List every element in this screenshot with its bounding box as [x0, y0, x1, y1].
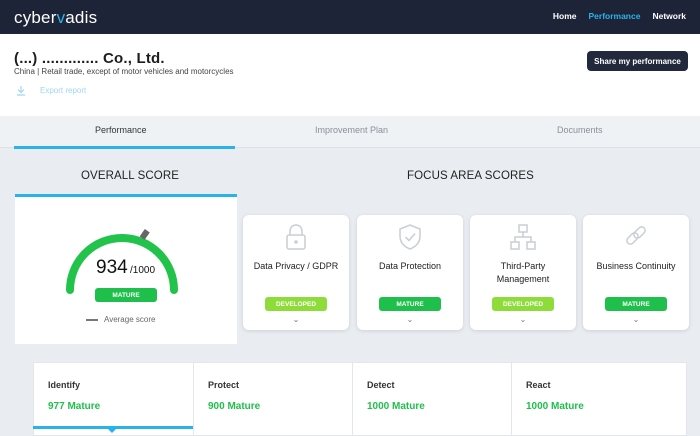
nist-function-score: 1000 Mature: [526, 401, 584, 412]
focus-card-label: Data Protection: [378, 261, 442, 271]
nist-function-score: 977 Mature: [48, 401, 101, 412]
overall-level-badge: MATURE: [95, 288, 157, 302]
nist-function-name: Protect: [208, 380, 240, 390]
focus-card-third-party[interactable]: Third-Party Management DEVELOPED ⌄: [470, 215, 576, 330]
share-performance-button[interactable]: Share my performance: [587, 51, 688, 71]
nav-network[interactable]: Network: [652, 11, 686, 21]
average-legend-line: [86, 319, 98, 321]
focus-card-data-privacy[interactable]: Data Privacy / GDPR DEVELOPED ⌄: [243, 215, 349, 330]
focus-card-data-protection[interactable]: Data Protection MATURE ⌄: [357, 215, 463, 330]
tab-documents[interactable]: Documents: [557, 125, 603, 135]
focus-card-label: Data Privacy / GDPR: [253, 261, 339, 271]
chevron-down-icon[interactable]: ⌄: [357, 315, 463, 324]
page-tabs: Performance Improvement Plan Documents: [0, 116, 700, 148]
main-nav: Home Performance Network: [553, 11, 686, 21]
overall-score-title: OVERALL SCORE: [81, 170, 180, 182]
nist-cell-detect[interactable]: Detect 1000 Mature: [353, 363, 512, 436]
nist-cell-react[interactable]: React 1000 Mature: [512, 363, 686, 436]
nav-performance[interactable]: Performance: [588, 11, 640, 21]
overall-score-value: 934: [96, 257, 128, 278]
chain-link-icon: [626, 226, 646, 245]
nist-cell-protect[interactable]: Protect 900 Mature: [194, 363, 353, 436]
tab-improvement-plan[interactable]: Improvement Plan: [315, 125, 388, 135]
focus-card-label: Business Continuity: [596, 261, 676, 271]
focus-card-badge: MATURE: [379, 297, 441, 311]
chevron-down-icon[interactable]: ⌄: [470, 315, 576, 324]
active-tab-indicator: [14, 146, 235, 149]
network-icon: [510, 224, 536, 250]
active-nist-caret: [108, 429, 116, 433]
tab-performance[interactable]: Performance: [95, 125, 147, 135]
focus-area-title: FOCUS AREA SCORES: [407, 170, 534, 182]
nist-function-name: Identify: [48, 380, 81, 390]
export-report-link[interactable]: Export report: [16, 85, 86, 96]
overall-score-max: /1000: [130, 265, 156, 276]
focus-card-business-continuity[interactable]: Business Continuity MATURE ⌄: [583, 215, 689, 330]
company-sector: China | Retail trade, except of motor ve…: [14, 67, 234, 76]
focus-card-badge: MATURE: [605, 297, 667, 311]
company-name: (...) ............. Co., Ltd.: [14, 50, 165, 67]
download-icon: [17, 86, 25, 96]
focus-card-label: Third-Party Management: [496, 261, 550, 284]
focus-card-badge: DEVELOPED: [265, 297, 327, 311]
nav-home[interactable]: Home: [553, 11, 577, 21]
export-report-label: Export report: [40, 86, 87, 95]
focus-card-badge: DEVELOPED: [492, 297, 554, 311]
cybervadis-logo[interactable]: cybervadis: [14, 8, 97, 28]
chevron-down-icon[interactable]: ⌄: [583, 315, 689, 324]
average-legend-label: Average score: [104, 315, 156, 324]
nist-function-name: React: [526, 380, 551, 390]
nist-functions-row: Identify 977 Mature Protect 900 Mature D…: [33, 362, 687, 436]
nist-function-score: 1000 Mature: [367, 401, 425, 412]
shield-icon: [399, 224, 421, 250]
lock-icon: [286, 224, 306, 250]
nist-function-name: Detect: [367, 380, 395, 390]
chevron-down-icon[interactable]: ⌄: [243, 315, 349, 324]
nist-function-score: 900 Mature: [208, 401, 261, 412]
